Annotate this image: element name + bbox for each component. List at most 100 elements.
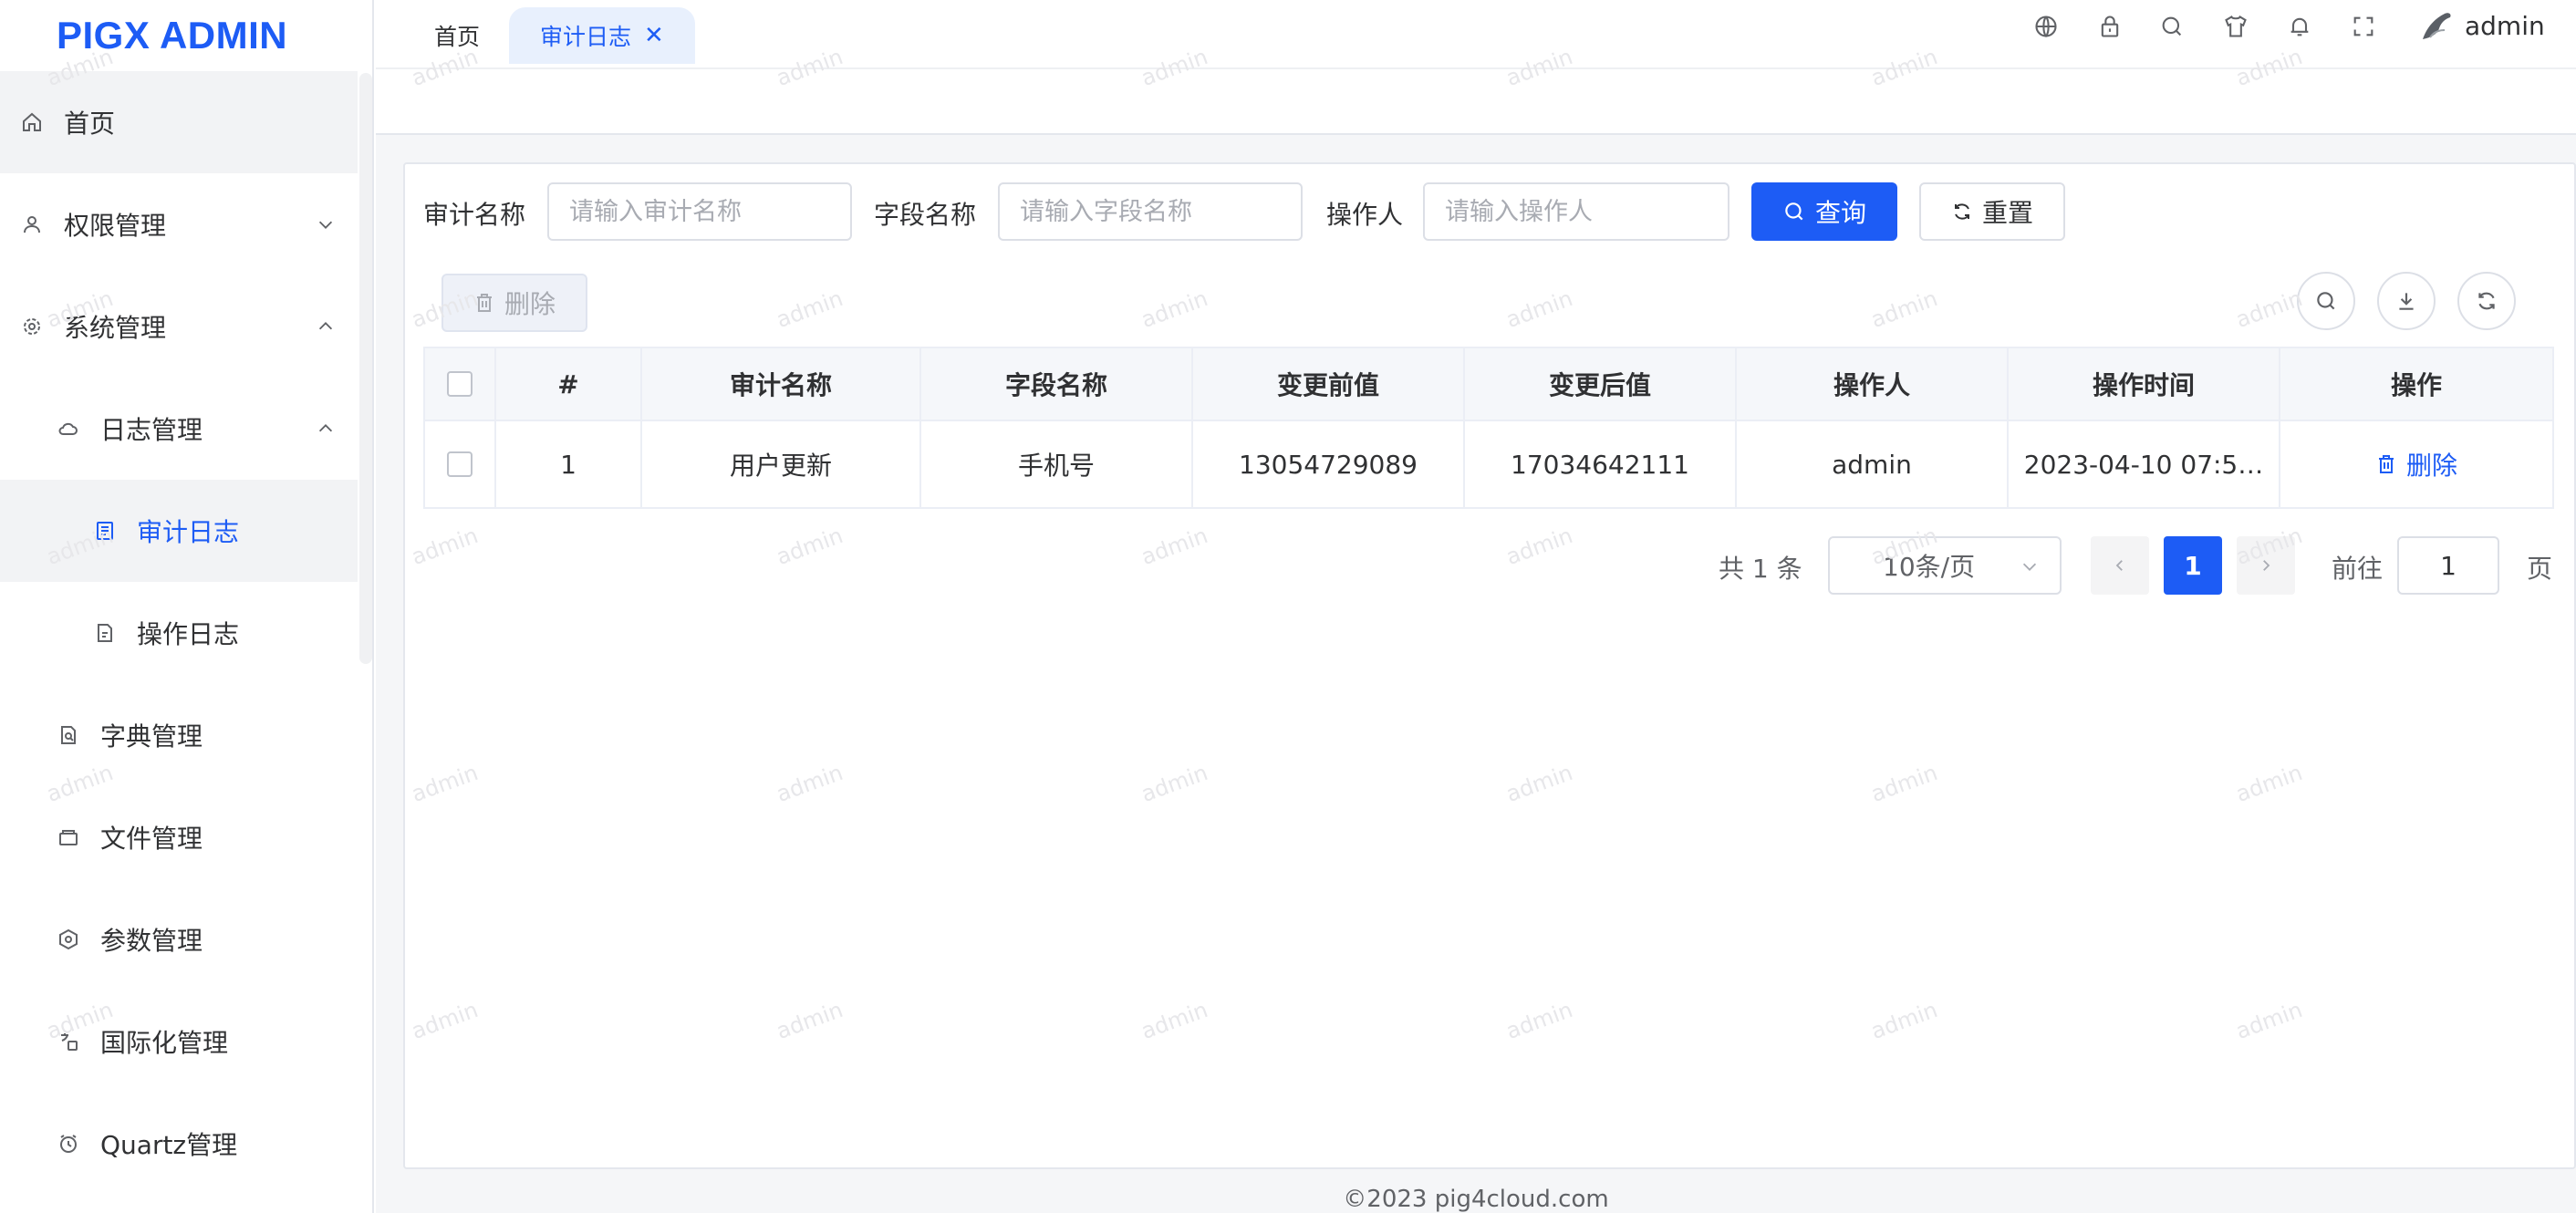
trash-icon	[473, 292, 495, 314]
gear-icon	[20, 315, 44, 338]
translate-icon	[57, 1030, 80, 1053]
sidebar-item-quartz[interactable]: Quartz管理	[0, 1093, 358, 1195]
page-number-button[interactable]: 1	[2164, 536, 2222, 595]
reset-button[interactable]: 重置	[1919, 182, 2065, 241]
sidebar-item-label: 字典管理	[100, 721, 203, 752]
globe-icon[interactable]	[2031, 11, 2062, 42]
pagination-total: 共 1 条	[1719, 554, 1802, 584]
lock-icon[interactable]	[2094, 11, 2125, 42]
search-icon[interactable]	[2156, 11, 2187, 42]
sidebar-item-label: 系统管理	[64, 313, 167, 343]
sidebar-item-label: 审计日志	[137, 517, 240, 547]
document-icon	[93, 519, 117, 543]
user-name: admin	[2465, 10, 2545, 41]
refresh-icon	[2475, 289, 2498, 313]
row-delete-label: 删除	[2405, 451, 2457, 481]
chevron-down-icon	[2020, 556, 2040, 576]
query-button[interactable]: 查询	[1751, 182, 1897, 241]
tab-label: 审计日志	[540, 24, 632, 50]
hexagon-icon	[57, 928, 80, 951]
tabs-bar	[376, 71, 2576, 135]
batch-delete-button[interactable]: 删除	[441, 274, 587, 332]
toggle-search-button[interactable]	[2297, 272, 2355, 330]
operator-input[interactable]	[1423, 182, 1729, 241]
chevron-down-icon	[316, 214, 336, 234]
refresh-icon	[1951, 201, 1973, 223]
sidebar-item-audit-log[interactable]: 审计日志	[0, 480, 358, 582]
action-cell: 删除	[2280, 421, 2552, 507]
column-header: 字段名称	[921, 348, 1193, 420]
close-icon[interactable]: ✕	[644, 22, 664, 49]
column-header: 变更后值	[1465, 348, 1737, 420]
user-icon	[20, 213, 44, 236]
batch-delete-label: 删除	[504, 289, 556, 319]
column-header: 审计名称	[642, 348, 921, 420]
page-suffix-label: 页	[2527, 554, 2553, 584]
sidebar-item-label: Quartz管理	[100, 1130, 238, 1160]
fullscreen-icon[interactable]	[2348, 11, 2379, 42]
goto-label: 前往	[2332, 554, 2384, 584]
sidebar-item-label: 文件管理	[100, 824, 203, 854]
sidebar-item-home[interactable]: 首页	[0, 71, 358, 173]
row-checkbox[interactable]	[447, 451, 473, 477]
audit-log-table: # 审计名称 字段名称 变更前值 变更后值 操作人 操作时间 操作 1 用户更新…	[423, 347, 2554, 509]
sidebar-item-operation-log[interactable]: 操作日志	[0, 582, 358, 684]
column-header: 操作时间	[2009, 348, 2280, 420]
page-size-value: 10条/页	[1883, 552, 1976, 582]
sidebar-item-label: 日志管理	[100, 415, 203, 445]
table-header-row: # 审计名称 字段名称 变更前值 变更后值 操作人 操作时间 操作	[425, 348, 2552, 420]
chevron-right-icon	[2258, 557, 2274, 574]
next-page-button[interactable]	[2237, 536, 2295, 595]
export-button[interactable]	[2377, 272, 2436, 330]
field-name-input[interactable]	[998, 182, 1303, 241]
sidebar-item-files[interactable]: 文件管理	[0, 786, 358, 888]
sidebar-item-system[interactable]: 系统管理	[0, 275, 358, 378]
reset-button-label: 重置	[1981, 198, 2033, 228]
row-select-cell	[425, 421, 496, 507]
chevron-up-icon	[316, 419, 336, 439]
sidebar-item-label: 首页	[64, 109, 116, 139]
row-delete-button[interactable]: 删除	[2375, 446, 2457, 482]
shirt-icon[interactable]	[2220, 11, 2251, 42]
column-header: 操作人	[1737, 348, 2009, 420]
bell-icon[interactable]	[2284, 11, 2315, 42]
table-cell: 13054729089	[1193, 421, 1465, 507]
cloud-icon	[57, 417, 80, 441]
table-row: 1 用户更新 手机号 13054729089 17034642111 admin…	[425, 420, 2552, 507]
refresh-button[interactable]	[2457, 272, 2516, 330]
column-header: 操作	[2390, 370, 2442, 400]
table-cell: 2023-04-10 07:5…	[2009, 421, 2280, 507]
sidebar-item-label: 权限管理	[64, 211, 167, 241]
select-all-cell	[425, 348, 496, 420]
sidebar-item-label: 国际化管理	[100, 1028, 229, 1058]
sidebar-item-dictionary[interactable]: 字典管理	[0, 684, 358, 786]
goto-page-input[interactable]: 1	[2397, 536, 2499, 595]
download-icon	[2394, 289, 2418, 313]
tab-home[interactable]: 首页	[434, 7, 480, 64]
prev-page-button[interactable]	[2091, 536, 2149, 595]
tab-label: 首页	[434, 24, 481, 50]
tab-audit-log[interactable]: 审计日志 ✕	[509, 7, 695, 64]
sidebar-scrollbar[interactable]	[359, 73, 372, 664]
sidebar-item-permissions[interactable]: 权限管理	[0, 173, 358, 275]
query-button-label: 查询	[1814, 198, 1866, 228]
app-logo: PIGX ADMIN	[57, 14, 288, 57]
user-menu[interactable]: admin	[2417, 5, 2545, 46]
avatar	[2417, 6, 2456, 45]
sidebar: PIGX ADMIN 首页 权限管理 系统管理 日志管理 审计日志 操作日志 字…	[0, 0, 374, 1213]
table-cell: 手机号	[921, 421, 1193, 507]
sidebar-item-label: 操作日志	[137, 619, 240, 649]
sidebar-item-parameters[interactable]: 参数管理	[0, 888, 358, 990]
table-cell: 1	[496, 421, 642, 507]
table-cell: admin	[1737, 421, 2009, 507]
sidebar-item-i18n[interactable]: 国际化管理	[0, 990, 358, 1093]
sidebar-item-log-management[interactable]: 日志管理	[0, 378, 358, 480]
home-icon	[20, 110, 44, 134]
page-size-select[interactable]: 10条/页	[1828, 536, 2062, 595]
audit-name-label: 审计名称	[423, 200, 526, 230]
column-header: 变更前值	[1193, 348, 1465, 420]
copyright-footer: ©2023 pig4cloud.com	[1343, 1186, 1609, 1213]
audit-name-input[interactable]	[547, 182, 852, 241]
select-all-checkbox[interactable]	[447, 371, 473, 397]
folder-icon	[57, 825, 80, 849]
